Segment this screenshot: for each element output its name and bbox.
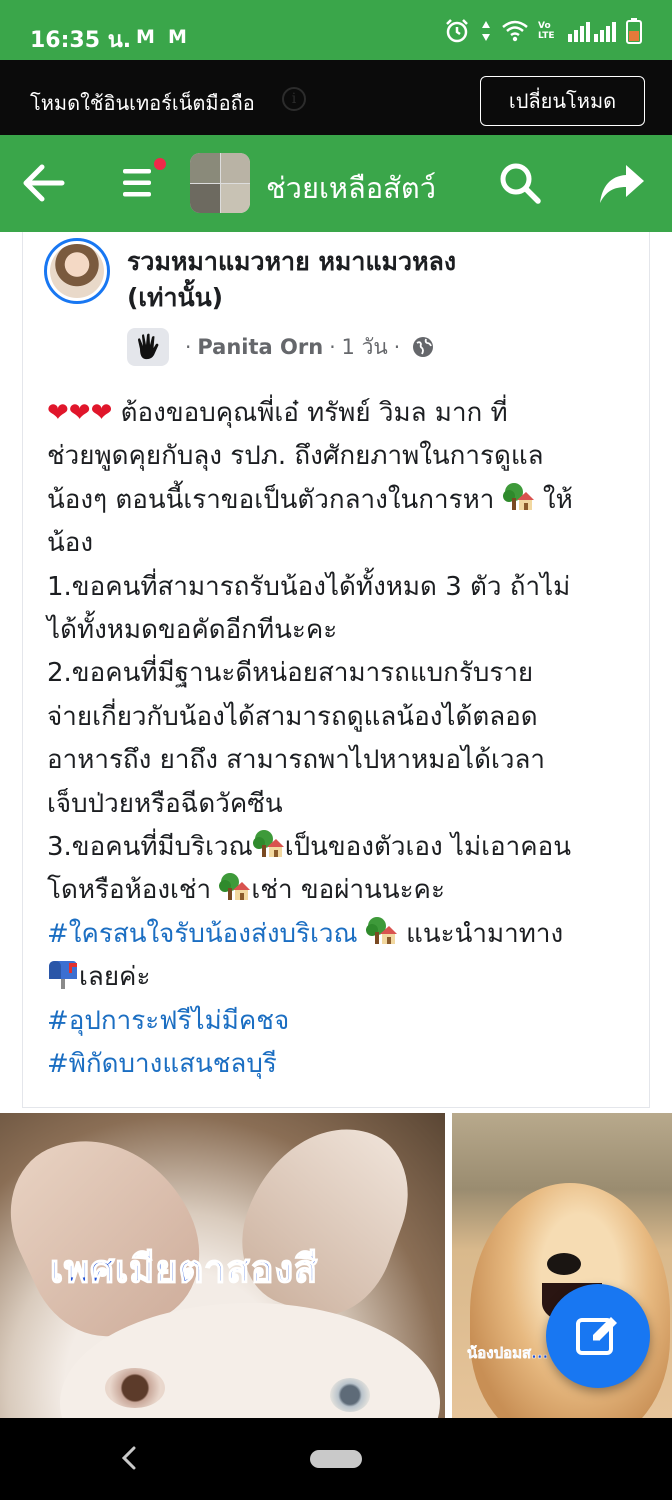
- post-text-line: เช่า ขอผ่านนะคะ: [251, 875, 445, 906]
- post-text-line: ต้องขอบคุณพี่เอ๋ ทรัพย์ วิมล มาก ที่: [112, 398, 508, 428]
- post-text-line: ได้ทั้งหมดขอคัดอีกทีนะคะ: [47, 615, 338, 646]
- house-with-garden-emoji: [365, 916, 398, 946]
- house-with-garden-emoji: [502, 482, 535, 512]
- hashtag-link[interactable]: #อุปการะฟรีไม่มีคชจ: [47, 1006, 289, 1036]
- post-photo-1[interactable]: เพศเมียตาสองสี: [0, 1113, 445, 1418]
- meta-separator: ·: [393, 335, 401, 359]
- app-bar: ช่วยเหลือสัตว์: [0, 135, 672, 232]
- post-timestamp[interactable]: 1 วัน: [342, 331, 388, 364]
- post-text-line: จ่ายเกี่ยวกับน้องได้สามารถดูแลน้องได้ตลอ…: [47, 701, 538, 732]
- post-text-line: น้อง: [47, 528, 94, 559]
- post-text-line: 2.ขอคนที่มีฐานะดีหน่อยสามารถแบกรับราย: [47, 658, 534, 689]
- author-avatar[interactable]: [44, 238, 110, 304]
- alarm-icon: [446, 19, 468, 43]
- meta-separator: ·: [329, 335, 336, 359]
- author-name[interactable]: Panita Orn: [197, 335, 323, 359]
- search-icon[interactable]: [498, 161, 542, 205]
- group-title-line: รวมหมาแมวหาย หมาแมวหลง: [127, 247, 457, 276]
- post-group-title[interactable]: รวมหมาแมวหาย หมาแมวหลง (เท่านั้น): [127, 244, 627, 316]
- meta-separator: ·: [185, 335, 192, 359]
- wifi-icon: [502, 20, 528, 42]
- waving-hand-badge-icon: [127, 328, 169, 366]
- post-body: ❤❤❤ ต้องขอบคุณพี่เอ๋ ทรัพย์ วิมล มาก ที่…: [47, 392, 637, 1087]
- post-text-line: เป็นของตัวเอง ไม่เอาคอน: [284, 832, 572, 863]
- switch-mode-button[interactable]: เปลี่ยนโหมด: [480, 76, 645, 126]
- banner-text: โหมดใช้อินเทอร์เน็ตมือถือ: [30, 91, 255, 115]
- post-text-line: โดหรือห้องเช่า: [47, 875, 220, 906]
- post-text-line: ช่วยพูดคุยกับลุง รปภ. ถึงศักยภาพในการดูแ…: [47, 441, 544, 472]
- info-icon[interactable]: i: [282, 87, 306, 111]
- post-text-line: ให้: [534, 484, 573, 515]
- data-arrows-icon: [482, 21, 490, 41]
- nav-home-pill[interactable]: [310, 1450, 362, 1468]
- nav-back-icon[interactable]: [118, 1444, 140, 1472]
- globe-icon: [413, 337, 434, 357]
- post-text-line: เลยค่ะ: [79, 962, 151, 993]
- group-name[interactable]: ช่วยเหลือสัตว์: [266, 165, 436, 211]
- photo-caption: น้องปอมส...: [467, 1344, 549, 1363]
- system-nav-bar: [0, 1418, 672, 1500]
- status-time: 16:35 น.: [30, 28, 132, 53]
- back-arrow-icon[interactable]: [22, 163, 66, 203]
- group-title-line: (เท่านั้น): [127, 283, 224, 312]
- post-text-line: 3.ขอคนที่มีบริเวณ: [47, 832, 253, 863]
- heart-emoji: ❤❤❤: [47, 398, 113, 428]
- post-meta: · Panita Orn · 1 วัน ·: [127, 328, 434, 366]
- menu-icon[interactable]: [123, 165, 157, 201]
- status-bar: 16:35 น. M M Vo LTE: [0, 0, 672, 60]
- compose-icon: [576, 1317, 617, 1355]
- post-text-line: 1.ขอคนที่สามารถรับน้องได้ทั้งหมด 3 ตัว ถ…: [47, 571, 571, 602]
- house-with-garden-emoji: [252, 829, 285, 859]
- mailbox-emoji: [47, 959, 79, 990]
- avatar: [50, 244, 104, 298]
- post-text-line: น้องๆ ตอนนี้เราขอเป็นตัวกลางในการหา: [47, 484, 503, 515]
- mobile-data-mode-banner: โหมดใช้อินเทอร์เน็ตมือถือ i เปลี่ยนโหมด: [0, 60, 672, 135]
- post-card: รวมหมาแมวหาย หมาแมวหลง (เท่านั้น) · Pani…: [22, 232, 650, 1108]
- compose-button[interactable]: [546, 1284, 650, 1388]
- gmail-icon: M: [168, 26, 187, 48]
- hashtag-link[interactable]: #ใครสนใจรับน้องส่งบริเวณ: [47, 919, 366, 949]
- post-text-line: แนะนำมาทาง: [397, 918, 564, 949]
- photo-caption: เพศเมียตาสองสี: [49, 1246, 319, 1292]
- group-thumbnail[interactable]: [190, 153, 250, 213]
- post-text-line: เจ็บป่วยหรือฉีดวัคซีน: [47, 788, 283, 819]
- status-icons: Vo LTE: [444, 18, 642, 44]
- volte-icon: Vo LTE: [538, 21, 555, 41]
- notification-dot: [153, 157, 167, 171]
- hashtag-link[interactable]: #พิกัดบางแสนชลบุรี: [47, 1049, 277, 1079]
- house-with-garden-emoji: [219, 872, 251, 902]
- share-icon[interactable]: [598, 163, 646, 205]
- battery-icon: [626, 18, 642, 44]
- gmail-icon: M: [136, 26, 155, 48]
- post-text-line: อาหารถึง ยาถึง สามารถพาไปหาหมอได้เวลา: [47, 745, 545, 776]
- signal-icon: [568, 22, 616, 42]
